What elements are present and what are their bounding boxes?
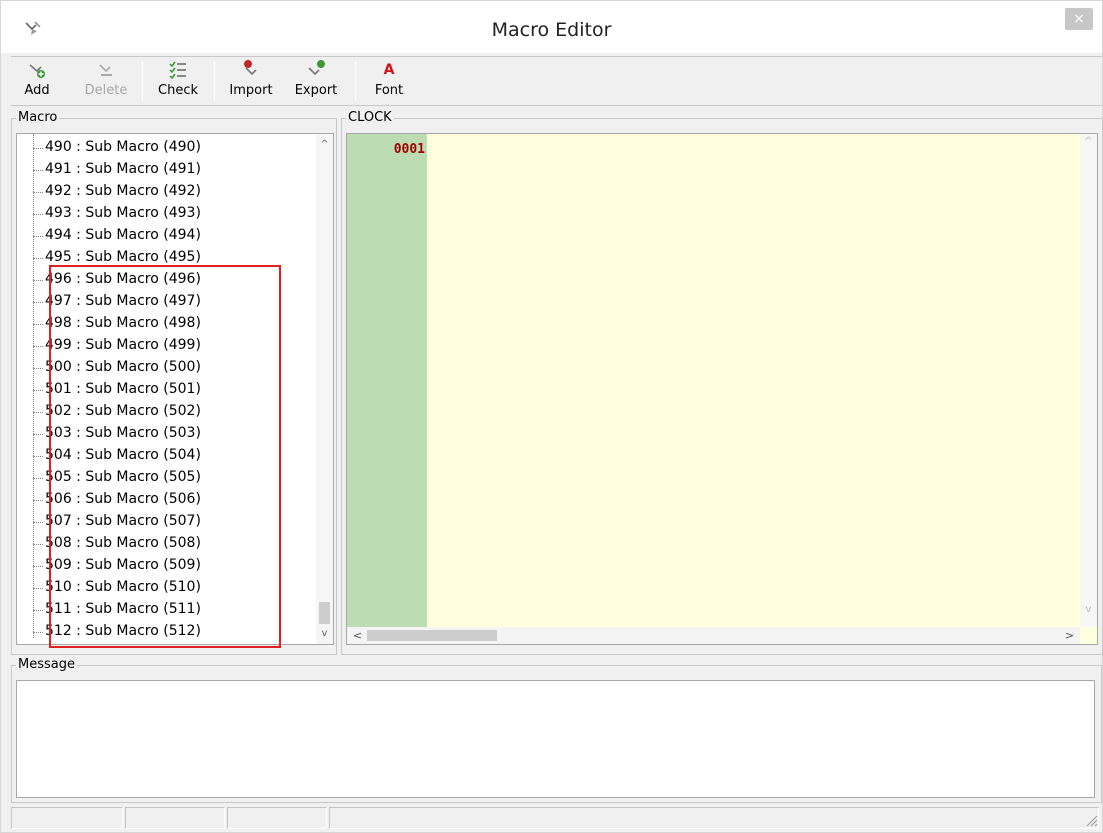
export-button[interactable]: Export [287, 59, 345, 103]
macro-tree-item-label: 492 : Sub Macro (492) [45, 183, 201, 199]
macro-tree-item-label: 490 : Sub Macro (490) [45, 139, 201, 155]
delete-button[interactable]: Delete [83, 59, 129, 103]
tree-connector [33, 632, 43, 633]
scroll-down-arrow-icon[interactable]: v [316, 625, 333, 642]
add-icon [29, 64, 45, 78]
status-cell [125, 807, 225, 829]
check-button[interactable]: Check [148, 59, 208, 103]
export-icon [308, 60, 325, 76]
status-cell [227, 807, 327, 829]
tree-connector [33, 346, 43, 347]
tree-connector [33, 302, 43, 303]
macro-tree-item[interactable]: 493 : Sub Macro (493) [17, 203, 317, 225]
tree-connector [33, 258, 43, 259]
tree-connector [33, 236, 43, 237]
scroll-left-arrow-icon[interactable]: < [349, 627, 366, 644]
tree-connector [33, 148, 43, 149]
tree-connector [33, 478, 43, 479]
tree-connector [33, 544, 43, 545]
add-label: Add [24, 83, 50, 98]
message-group: Message [11, 657, 1102, 803]
macro-tree-item[interactable]: 490 : Sub Macro (490) [17, 137, 317, 159]
status-bar [11, 807, 1102, 829]
tree-connector [33, 368, 43, 369]
window-title: Macro Editor [491, 19, 612, 41]
tree-connector [33, 412, 43, 413]
toolbar-separator [214, 61, 215, 101]
code-editor[interactable]: 0001 ^ v < > [346, 133, 1098, 645]
macro-tree-item[interactable]: 492 : Sub Macro (492) [17, 181, 317, 203]
tree-connector [33, 280, 43, 281]
editor-group-label: CLOCK [346, 110, 394, 125]
font-label: Font [374, 83, 404, 98]
horizontal-scroll-thumb[interactable] [367, 630, 497, 641]
tree-connector [33, 610, 43, 611]
tree-connector [33, 588, 43, 589]
scroll-thumb[interactable] [319, 602, 330, 624]
macro-editor-window: Macro Editor × Add Delete Check Import E… [0, 0, 1103, 833]
font-icon: A [383, 62, 395, 78]
title-bar: Macro Editor × [1, 1, 1102, 53]
macro-tree-item-label: 493 : Sub Macro (493) [45, 205, 201, 221]
tree-connector [33, 324, 43, 325]
check-label: Check [158, 83, 198, 98]
tree-connector [33, 500, 43, 501]
message-group-label: Message [16, 657, 77, 672]
tree-connector [33, 566, 43, 567]
editor-scroll-up-arrow-icon[interactable]: ^ [1080, 136, 1097, 147]
scroll-up-arrow-icon[interactable]: ^ [316, 136, 333, 153]
line-number-gutter: 0001 [347, 134, 427, 627]
highlight-box [49, 265, 281, 648]
status-cell [329, 807, 1099, 829]
close-button[interactable]: × [1065, 8, 1093, 30]
delete-label: Delete [84, 83, 128, 98]
import-button[interactable]: Import [221, 59, 281, 103]
clock-editor-group: CLOCK 0001 ^ v < > [341, 110, 1103, 655]
export-label: Export [294, 83, 338, 98]
tree-connector [33, 522, 43, 523]
add-button[interactable]: Add [17, 59, 57, 103]
macro-tree-item[interactable]: 491 : Sub Macro (491) [17, 159, 317, 181]
status-cell [11, 807, 123, 829]
macro-tree-item[interactable]: 494 : Sub Macro (494) [17, 225, 317, 247]
macro-tree-item-label: 495 : Sub Macro (495) [45, 249, 201, 265]
tree-connector [33, 192, 43, 193]
resize-grip-icon[interactable] [1084, 813, 1098, 827]
toolbar: Add Delete Check Import Export A Font [11, 56, 1102, 106]
tree-connector [33, 170, 43, 171]
message-area[interactable] [16, 680, 1095, 798]
editor-scroll-down-arrow-icon[interactable]: v [1080, 604, 1097, 615]
tree-connector [33, 456, 43, 457]
toolbar-separator [142, 61, 143, 101]
macro-tree-item-label: 494 : Sub Macro (494) [45, 227, 201, 243]
tree-connector [33, 390, 43, 391]
tree-connector [33, 434, 43, 435]
scroll-right-arrow-icon[interactable]: > [1061, 627, 1078, 644]
import-icon [244, 60, 257, 76]
delete-icon [99, 64, 112, 76]
macro-tree-scrollbar[interactable]: ^ v [316, 134, 333, 644]
tree-connector [33, 214, 43, 215]
editor-vertical-scrollbar[interactable]: ^ v [1080, 134, 1097, 627]
toolbar-separator [355, 61, 356, 101]
line-number: 0001 [393, 142, 425, 157]
font-button[interactable]: A Font [367, 59, 411, 103]
macro-group-label: Macro [16, 110, 60, 125]
macro-tree-item-label: 491 : Sub Macro (491) [45, 161, 201, 177]
import-label: Import [229, 83, 273, 98]
editor-horizontal-scrollbar[interactable]: < > [347, 627, 1080, 644]
checklist-icon [169, 61, 186, 80]
